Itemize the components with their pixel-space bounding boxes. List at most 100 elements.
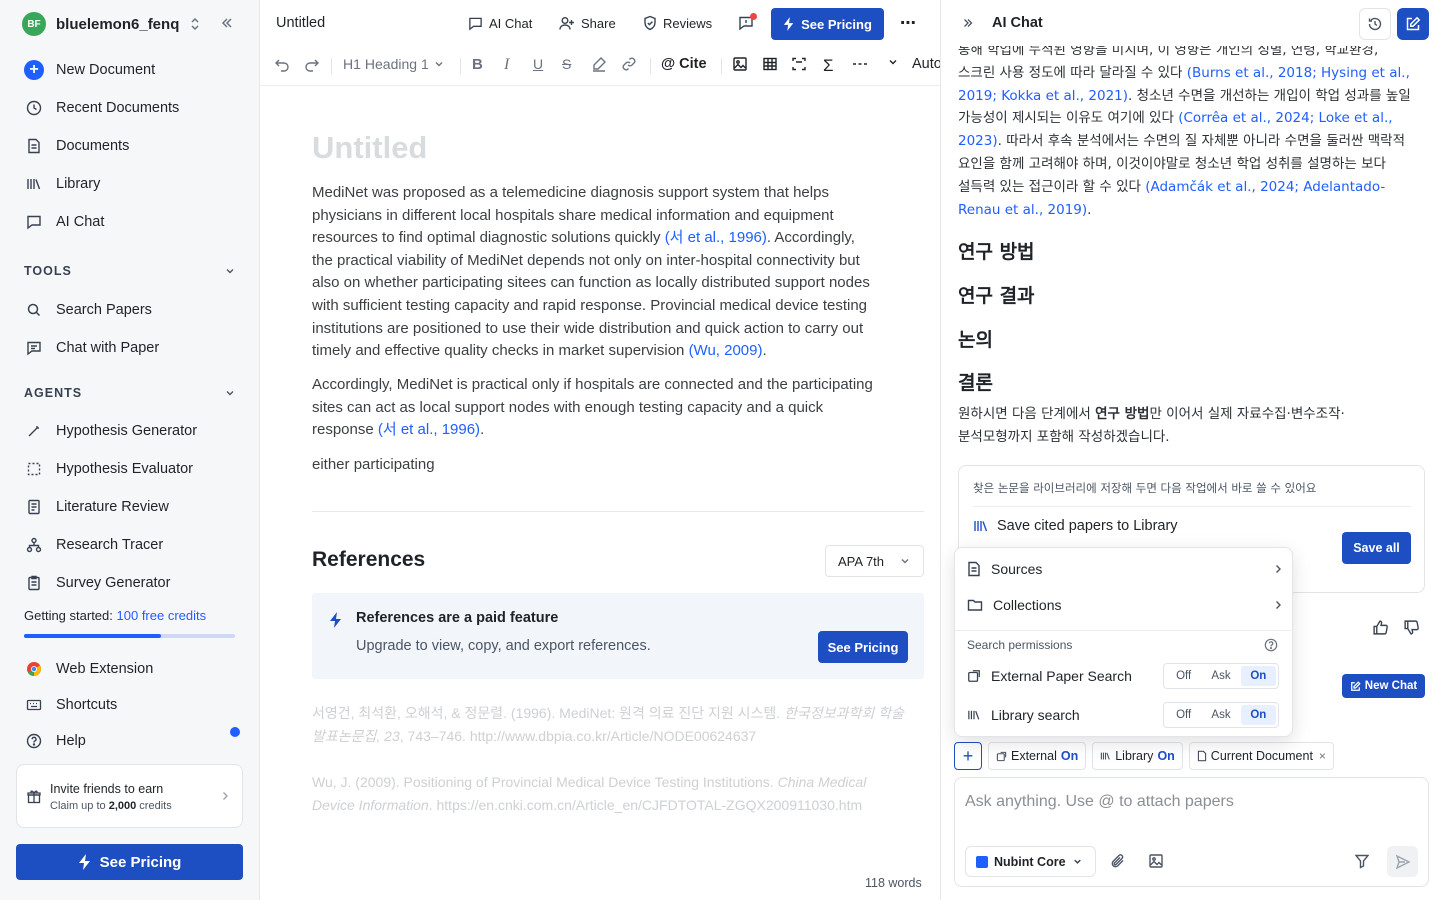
help-icon[interactable] xyxy=(1264,638,1278,652)
highlight-icon[interactable] xyxy=(591,56,607,72)
citation-link[interactable]: 2019; Kokka et al., 2021) xyxy=(958,88,1128,104)
model-select[interactable]: Nubint Core xyxy=(965,846,1096,877)
text-span: resources to find optimal diagnostic sol… xyxy=(312,229,665,247)
redo-icon[interactable] xyxy=(304,56,320,72)
document-title[interactable]: Untitled xyxy=(276,15,325,31)
image-icon[interactable] xyxy=(732,56,748,72)
option-off[interactable]: Off xyxy=(1166,666,1201,686)
new-document-button[interactable]: + New Document xyxy=(16,51,244,89)
nav-library[interactable]: Library xyxy=(16,165,244,203)
paragraph-3[interactable]: either participating xyxy=(312,454,920,477)
nav-help[interactable]: Help xyxy=(16,723,244,759)
send-button[interactable] xyxy=(1387,846,1418,877)
workspace-switcher[interactable]: BF bluelemon6_fenq xyxy=(22,11,201,37)
free-credits-link[interactable]: 100 free credits xyxy=(117,608,207,623)
citation-link[interactable]: Renau et al., 2019) xyxy=(958,202,1087,218)
citation-link[interactable]: (Adamčák et al., 2024; Adelantado- xyxy=(1145,179,1385,195)
invite-friends-card[interactable]: Invite friends to earn Claim up to 2,000… xyxy=(16,764,243,828)
library-search-chip[interactable]: Library On xyxy=(1092,742,1183,770)
page-title[interactable]: Untitled xyxy=(312,130,427,166)
chip-label: Current Document xyxy=(1210,749,1313,763)
tools-section-header[interactable]: TOOLS xyxy=(24,261,236,281)
nav-chat-with-paper[interactable]: Chat with Paper xyxy=(16,329,244,367)
citation-link[interactable]: (서 et al., 1996) xyxy=(665,229,767,246)
current-document-chip[interactable]: Current Document × xyxy=(1188,742,1334,770)
share-button[interactable]: Share xyxy=(559,8,616,38)
nav-ai-chat[interactable]: AI Chat xyxy=(16,203,244,241)
underline-icon[interactable]: U xyxy=(533,56,543,72)
citation-link[interactable]: (서 et al., 1996) xyxy=(378,421,480,438)
paragraph-1[interactable]: MediNet was proposed as a telemedicine d… xyxy=(312,182,920,363)
option-on[interactable]: On xyxy=(1240,705,1276,725)
option-ask[interactable]: Ask xyxy=(1203,705,1238,725)
strikethrough-icon[interactable]: S xyxy=(562,56,571,72)
feedback-badge xyxy=(750,13,757,20)
edit-icon xyxy=(1350,680,1361,692)
remove-chip-icon[interactable]: × xyxy=(1319,749,1326,763)
nav-web-extension[interactable]: Web Extension xyxy=(16,651,244,687)
send-icon xyxy=(1395,854,1411,870)
nav-literature-review[interactable]: Literature Review xyxy=(16,488,244,526)
undo-icon[interactable] xyxy=(274,56,290,72)
chat-input[interactable] xyxy=(965,790,1405,814)
save-all-button[interactable]: Save all xyxy=(1342,532,1411,564)
link-icon[interactable] xyxy=(621,56,637,72)
table-icon[interactable] xyxy=(762,56,778,72)
more-menu-button[interactable]: ⋯ xyxy=(900,8,916,38)
paperclip-icon[interactable] xyxy=(1110,853,1126,869)
nav-hypothesis-evaluator[interactable]: Hypothesis Evaluator xyxy=(16,450,244,488)
nav-survey-generator[interactable]: Survey Generator xyxy=(16,564,244,602)
option-on[interactable]: On xyxy=(1240,666,1276,686)
option-ask[interactable]: Ask xyxy=(1203,666,1238,686)
new-chat-button[interactable]: New Chat xyxy=(1342,674,1425,698)
sidebar-see-pricing-button[interactable]: See Pricing xyxy=(16,844,243,880)
italic-icon[interactable]: I xyxy=(504,56,509,74)
external-search-chip[interactable]: External On xyxy=(988,742,1087,770)
thumbs-up-icon[interactable] xyxy=(1372,619,1389,636)
chat-history-button[interactable] xyxy=(1359,8,1391,40)
sigma-icon[interactable]: Σ xyxy=(823,56,834,76)
collapse-sidebar-icon[interactable] xyxy=(219,15,235,31)
nav-documents[interactable]: Documents xyxy=(16,127,244,165)
chevron-down-icon[interactable] xyxy=(887,56,899,68)
heading-select[interactable]: H1 Heading 1 xyxy=(343,56,445,72)
journal-name: China Medical xyxy=(777,774,867,790)
hierarchy-icon xyxy=(24,537,44,553)
nav-hypothesis-generator[interactable]: Hypothesis Generator xyxy=(16,412,244,450)
references-divider xyxy=(312,511,924,512)
horizontal-rule-icon[interactable] xyxy=(852,56,868,72)
library-icon xyxy=(24,177,44,191)
cite-button[interactable]: @ Cite xyxy=(661,56,707,72)
citation-link[interactable]: (Burns et al., 2018; Hysing et al., xyxy=(1187,65,1410,81)
citation-link[interactable]: (Corrêa et al., 2024; Loke et al., xyxy=(1178,110,1392,126)
agents-section-header[interactable]: AGENTS xyxy=(24,383,236,403)
image-icon[interactable] xyxy=(1148,853,1164,869)
add-context-button[interactable]: + xyxy=(954,742,982,770)
citation-style-select[interactable]: APA 7th xyxy=(825,545,924,577)
auto-mode-select[interactable]: Auto xyxy=(912,56,942,72)
expand-panel-icon[interactable] xyxy=(961,16,975,30)
chrome-icon xyxy=(24,661,44,677)
credits-status: Getting started: 100 free credits xyxy=(24,608,236,623)
citation-link[interactable]: 2023) xyxy=(958,133,998,149)
citation-link[interactable]: (Wu, 2009) xyxy=(689,342,763,359)
bold-icon[interactable]: B xyxy=(472,56,483,73)
frame-icon[interactable] xyxy=(791,56,807,72)
paragraph-2[interactable]: Accordingly, MediNet is practical only i… xyxy=(312,374,920,442)
references-see-pricing-button[interactable]: See Pricing xyxy=(818,631,908,663)
reviews-button[interactable]: Reviews xyxy=(643,8,712,38)
sources-menu-item[interactable]: Sources xyxy=(967,554,1283,584)
nav-shortcuts[interactable]: Shortcuts xyxy=(16,687,244,723)
nav-search-papers[interactable]: Search Papers xyxy=(16,291,244,329)
collections-menu-item[interactable]: Collections xyxy=(967,590,1283,620)
topbar-see-pricing-button[interactable]: See Pricing xyxy=(771,8,884,40)
thumbs-down-icon[interactable] xyxy=(1403,619,1420,636)
permission-toggle: Off Ask On xyxy=(1163,702,1279,728)
nav-recent-documents[interactable]: Recent Documents xyxy=(16,89,244,127)
filter-icon[interactable] xyxy=(1354,853,1370,869)
compose-button[interactable] xyxy=(1397,8,1429,40)
ai-chat-button[interactable]: AI Chat xyxy=(468,8,532,38)
nav-research-tracer[interactable]: Research Tracer xyxy=(16,526,244,564)
nav-label: Research Tracer xyxy=(56,537,164,553)
option-off[interactable]: Off xyxy=(1166,705,1201,725)
